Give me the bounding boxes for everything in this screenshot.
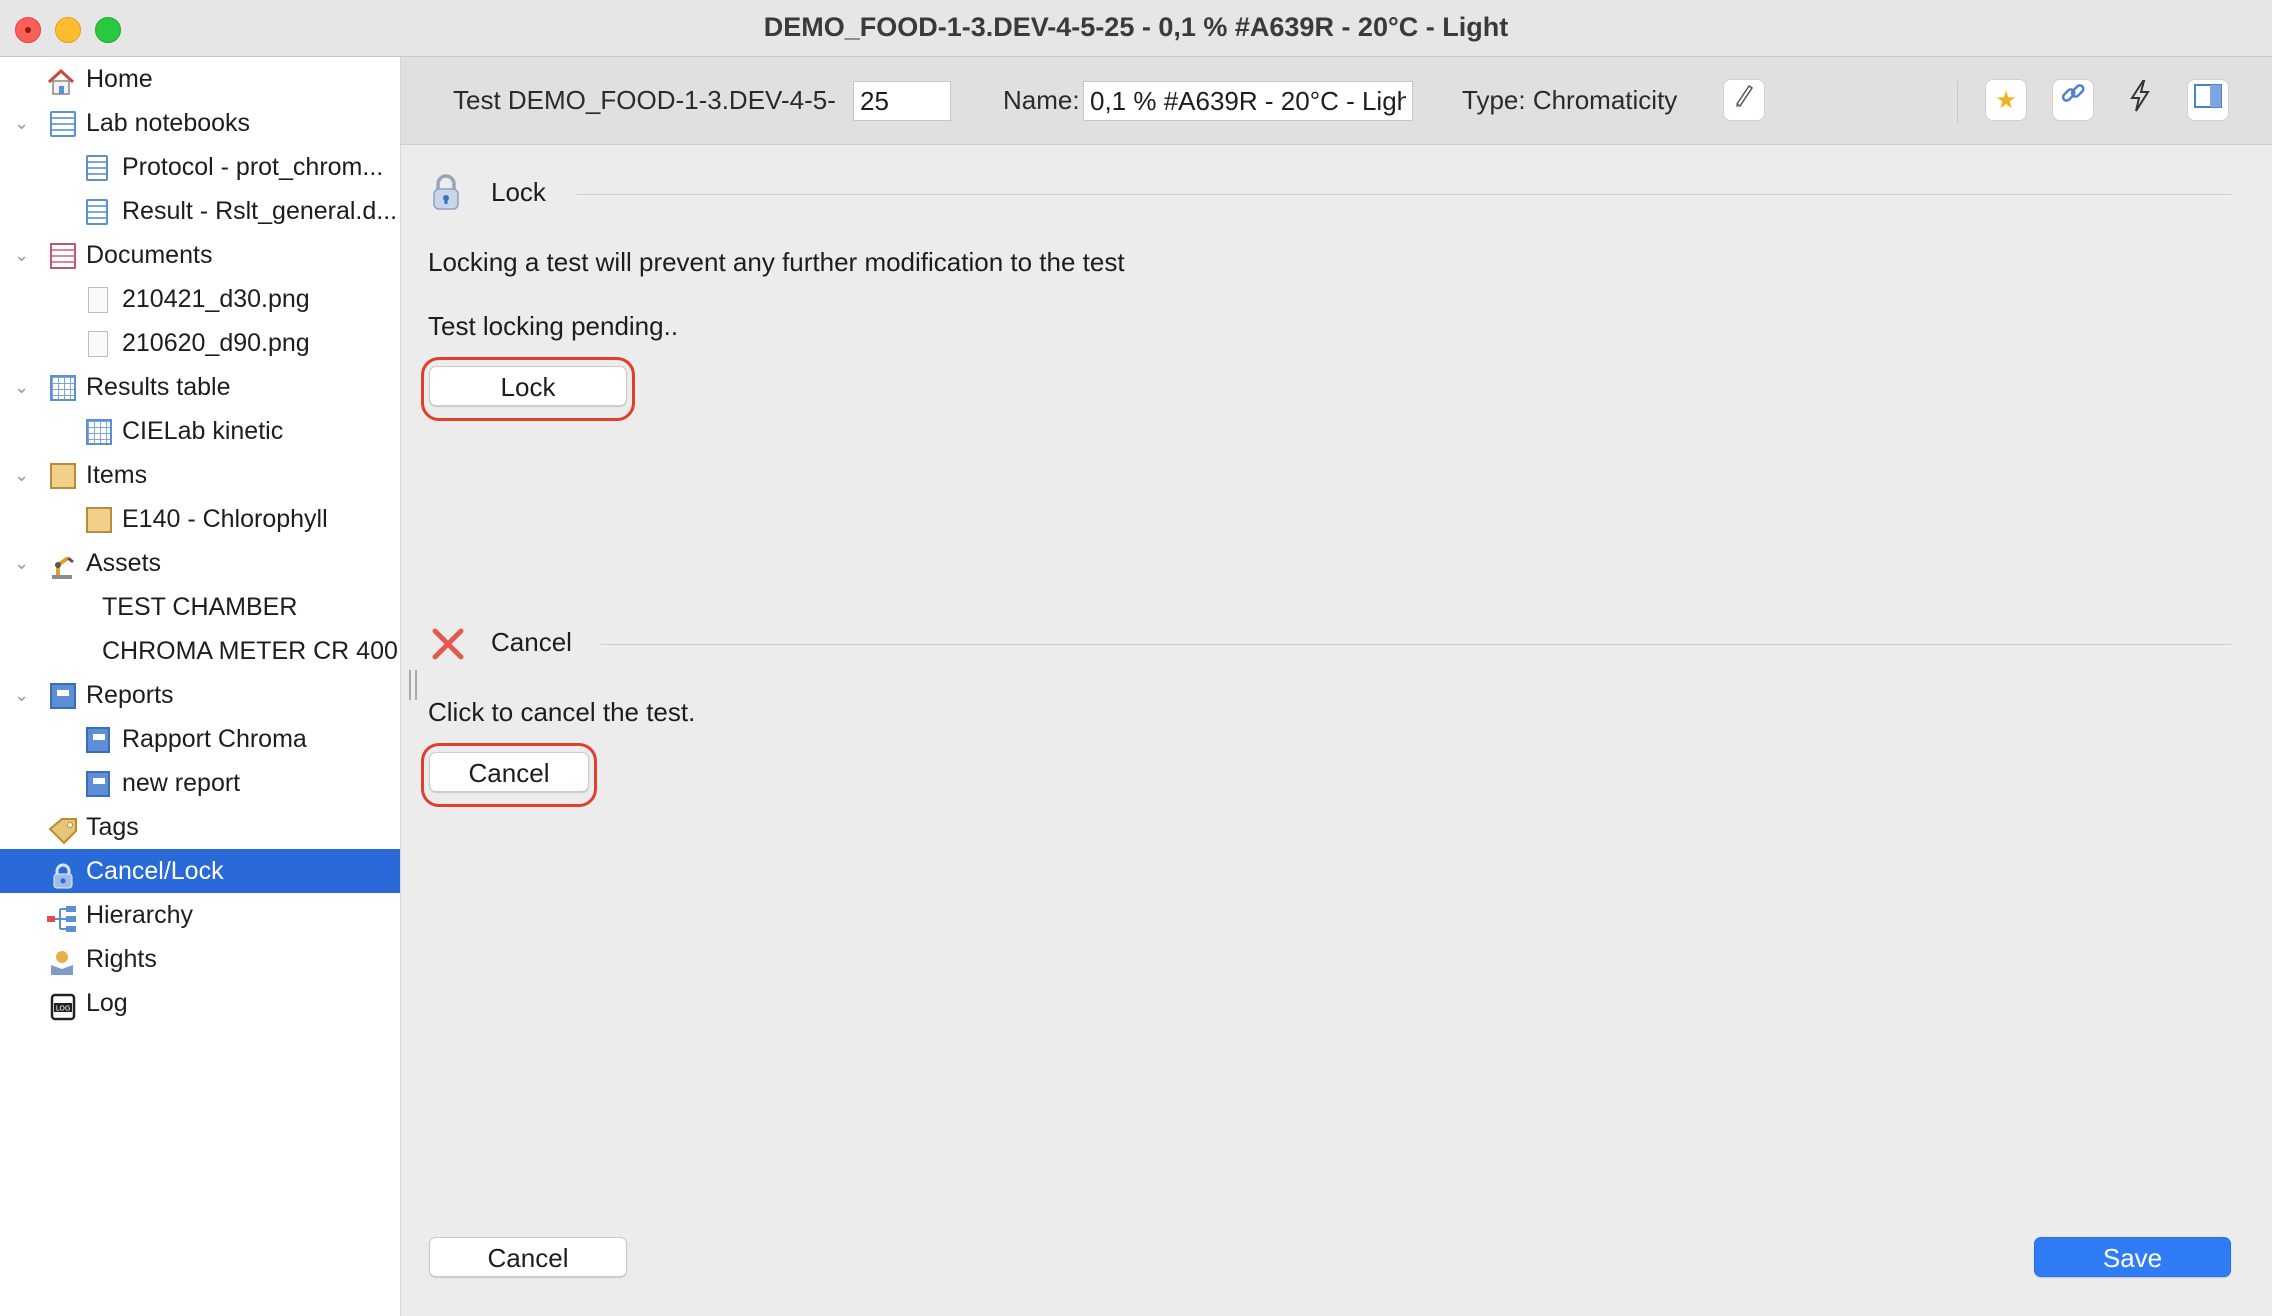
chevron-down-icon[interactable]: ⌄ <box>14 233 36 277</box>
sidebar-item-results-table[interactable]: ⌄ Results table <box>0 365 400 409</box>
actions-button[interactable] <box>2119 79 2161 121</box>
report-icon <box>50 683 76 709</box>
documents-icon <box>50 243 76 269</box>
sidebar-item-protocol[interactable]: Protocol - prot_chrom... <box>0 145 400 189</box>
toggle-panel-button[interactable] <box>2187 79 2229 121</box>
tag-icon <box>48 815 77 845</box>
notebook-icon <box>50 111 76 137</box>
chevron-down-icon[interactable]: ⌄ <box>14 673 36 717</box>
sidebar-item-assets[interactable]: ⌄ Assets <box>0 541 400 585</box>
sidebar-item-reports[interactable]: ⌄ Reports <box>0 673 400 717</box>
red-x-icon <box>431 627 465 666</box>
lock-icon <box>431 173 461 216</box>
sidebar-item-rights[interactable]: Rights <box>0 937 400 981</box>
window-title: DEMO_FOOD-1-3.DEV-4-5-25 - 0,1 % #A639R … <box>763 12 1509 42</box>
panel-icon <box>2194 84 2222 114</box>
svg-text:LOG: LOG <box>56 1005 71 1013</box>
lock-heading: Lock <box>491 177 546 207</box>
sidebar-item-documents[interactable]: ⌄ Documents <box>0 233 400 277</box>
lock-status: Test locking pending.. <box>428 311 679 341</box>
cancel-heading: Cancel <box>491 627 572 657</box>
star-icon: ★ <box>1995 87 2017 114</box>
sidebar-item-tags[interactable]: Tags <box>0 805 400 849</box>
report-icon <box>86 727 110 753</box>
document-icon <box>86 199 108 225</box>
cancel-section-header: Cancel <box>401 623 2231 663</box>
log-icon: LOG <box>50 991 76 1021</box>
chevron-down-icon[interactable]: ⌄ <box>14 453 36 497</box>
box-icon <box>50 463 76 489</box>
file-icon <box>88 331 108 357</box>
document-icon <box>86 155 108 181</box>
chevron-down-icon[interactable]: ⌄ <box>14 101 36 145</box>
test-label: Test DEMO_FOOD-1-3.DEV-4-5- <box>453 85 836 115</box>
link-icon <box>2059 84 2087 114</box>
file-icon <box>88 287 108 313</box>
robot-arm-icon <box>48 551 74 579</box>
type-label: Type: Chromaticity <box>1462 85 1678 115</box>
chevron-down-icon[interactable]: ⌄ <box>14 365 36 409</box>
sidebar-item-lab-notebooks[interactable]: ⌄ Lab notebooks <box>0 101 400 145</box>
lock-section-header: Lock <box>401 173 2231 213</box>
section-divider <box>601 644 2231 645</box>
sidebar-item-test-chamber[interactable]: TEST CHAMBER <box>0 585 400 629</box>
edit-icon <box>1733 84 1755 114</box>
lock-button[interactable]: Lock <box>429 366 627 406</box>
sidebar-item-e140[interactable]: E140 - Chlorophyll <box>0 497 400 541</box>
name-input[interactable] <box>1083 81 1413 121</box>
toolbar-divider <box>1957 81 1958 123</box>
rights-icon <box>48 947 74 975</box>
box-icon <box>86 507 112 533</box>
sidebar-item-cancel-lock[interactable]: Cancel/Lock <box>0 849 400 893</box>
edit-type-button[interactable] <box>1723 79 1765 121</box>
cancel-lock-panel: Lock Locking a test will prevent any fur… <box>401 145 2272 1316</box>
report-icon <box>86 771 110 797</box>
sidebar-item-file-d30[interactable]: 210421_d30.png <box>0 277 400 321</box>
favorite-button[interactable]: ★ <box>1985 79 2027 121</box>
sidebar: Home ⌄ Lab notebooks Protocol - prot_chr… <box>0 57 401 1316</box>
sidebar-item-hierarchy[interactable]: Hierarchy <box>0 893 400 937</box>
test-number-input[interactable] <box>853 81 951 121</box>
title-bar: DEMO_FOOD-1-3.DEV-4-5-25 - 0,1 % #A639R … <box>0 0 2272 57</box>
save-button[interactable]: Save <box>2034 1237 2231 1277</box>
link-button[interactable] <box>2052 79 2094 121</box>
cancel-test-button[interactable]: Cancel <box>429 752 589 792</box>
cancel-description: Click to cancel the test. <box>428 697 696 727</box>
sidebar-item-chroma-meter[interactable]: CHROMA METER CR 400 <box>0 629 400 673</box>
sidebar-item-home[interactable]: Home <box>0 57 400 101</box>
sidebar-item-file-d90[interactable]: 210620_d90.png <box>0 321 400 365</box>
sidebar-item-log[interactable]: LOG Log <box>0 981 400 1025</box>
sidebar-item-rapport-chroma[interactable]: Rapport Chroma <box>0 717 400 761</box>
section-divider <box>577 194 2231 195</box>
sidebar-item-items[interactable]: ⌄ Items <box>0 453 400 497</box>
home-icon <box>46 66 75 95</box>
chevron-down-icon[interactable]: ⌄ <box>14 541 36 585</box>
sidebar-item-new-report[interactable]: new report <box>0 761 400 805</box>
lightning-icon <box>2128 80 2152 119</box>
hierarchy-icon <box>46 903 76 932</box>
table-icon <box>50 375 76 401</box>
sidebar-item-result[interactable]: Result - Rslt_general.d... <box>0 189 400 233</box>
lock-description: Locking a test will prevent any further … <box>428 247 1125 277</box>
test-header-toolbar: Test DEMO_FOOD-1-3.DEV-4-5- Name: Type: … <box>401 57 2272 145</box>
sidebar-item-cielab-kinetic[interactable]: CIELab kinetic <box>0 409 400 453</box>
footer-cancel-button[interactable]: Cancel <box>429 1237 627 1277</box>
name-label: Name: <box>1003 85 1080 115</box>
lock-icon <box>52 859 78 889</box>
table-icon <box>86 419 112 445</box>
